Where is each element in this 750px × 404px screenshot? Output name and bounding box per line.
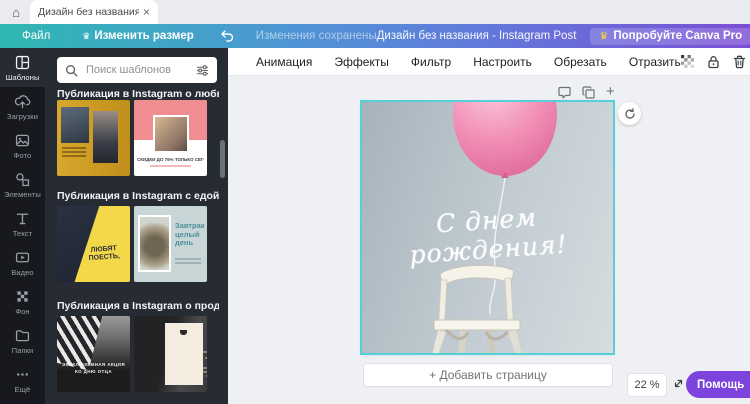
section-header-love: Публикация в Instagram о любви Показать …: [57, 88, 219, 100]
crop-button[interactable]: Обрезать: [554, 55, 607, 69]
resize-label: Изменить размер: [94, 30, 194, 42]
file-menu[interactable]: Файл: [22, 30, 50, 42]
browser-tab-title: Дизайн без названия — Ins: [38, 6, 139, 18]
page-actions: +: [558, 84, 616, 99]
section-title: Публикация в Instagram о любви: [57, 88, 219, 100]
more-icon: [17, 372, 28, 376]
sidebar-label: Загрузки: [7, 111, 38, 121]
template-thumb-food-breakfast[interactable]: Завтрак целый день: [134, 206, 207, 282]
sidebar-label: Фон: [15, 306, 30, 316]
canvas-toolbar: Анимация Эффекты Фильтр Настроить Обреза…: [228, 48, 750, 76]
folders-icon: [15, 329, 30, 341]
thumb-photo: [93, 111, 118, 163]
close-icon[interactable]: ×: [143, 6, 150, 18]
flip-button[interactable]: Отразить: [629, 55, 681, 69]
thumb-caption: СКИДКИ ДО 75% ТОЛЬКО СЕГОДНЯ: [137, 157, 204, 162]
home-icon[interactable]: ⌂: [6, 3, 26, 21]
thumb-caption: ЭКСКЛЮЗИВНАЯ АКЦИЯ КО ДНЮ ОТЦА: [62, 362, 125, 374]
filter-icon[interactable]: [196, 64, 209, 77]
sidebar-label: Фото: [13, 150, 32, 160]
canva-editor: ⌂ Дизайн без названия — Ins × Файл ♛ Изм…: [0, 0, 750, 404]
sidebar-item-video[interactable]: Видео: [0, 243, 45, 282]
thumb-caption: Завтрак целый день: [175, 221, 205, 248]
video-icon: [15, 252, 30, 262]
sidebar-label: Шаблоны: [5, 72, 40, 82]
zoom-level[interactable]: 22 %: [627, 373, 667, 397]
try-pro-button[interactable]: ♛ Попробуйте Canva Pro: [590, 27, 750, 45]
browser-tab[interactable]: Дизайн без названия — Ins ×: [30, 0, 158, 24]
crown-icon: ♛: [599, 30, 609, 42]
panel-scrollbar[interactable]: [220, 140, 225, 178]
thumb-text-lines: [62, 147, 86, 159]
section-header-sale: Публикация в Instagram о продаже Показат…: [57, 300, 219, 312]
thumb-photo: [61, 107, 89, 143]
resize-button[interactable]: ♛ Изменить размер: [82, 30, 194, 42]
sidebar-label: Элементы: [4, 189, 41, 199]
uploads-icon: [14, 94, 31, 108]
elements-icon: [16, 172, 30, 186]
templates-panel: Публикация в Instagram о любви Показать …: [45, 48, 228, 404]
transparency-icon[interactable]: [680, 55, 694, 68]
template-thumb-coffee-card[interactable]: [134, 316, 207, 392]
rotate-icon: [624, 107, 635, 119]
section-title: Публикация в Instagram о продаже: [57, 300, 219, 312]
duplicate-icon[interactable]: [582, 86, 595, 99]
sidebar-label: Текст: [12, 228, 33, 238]
help-button[interactable]: Помощь ?: [686, 371, 750, 398]
sidebar-item-folders[interactable]: Папки: [0, 321, 45, 360]
crown-icon: ♛: [82, 30, 91, 41]
workspace: + С днем рождения! + Добавить страницу 2…: [228, 76, 750, 404]
sidebar-item-uploads[interactable]: Загрузки: [0, 87, 45, 126]
search-box[interactable]: [57, 57, 217, 83]
thumb-photo: [153, 115, 189, 153]
search-input[interactable]: [84, 63, 190, 77]
app-toolbar: Файл ♛ Изменить размер Изменения сохране…: [0, 24, 750, 48]
background-icon: [17, 290, 28, 302]
thumb-text-line: [175, 258, 201, 260]
sidebar-item-text[interactable]: Текст: [0, 204, 45, 243]
template-thumb-fathers-day[interactable]: ЭКСКЛЮЗИВНАЯ АКЦИЯ КО ДНЮ ОТЦА: [57, 316, 130, 392]
sidebar: Шаблоны Загрузки Фото Элементы Текст Вид…: [0, 48, 45, 404]
try-pro-label: Попробуйте Canva Pro: [613, 30, 743, 42]
chair-graphic: [432, 264, 522, 353]
save-status: Изменения сохранены: [255, 30, 377, 42]
section-title: Публикация в Instagram с едой: [57, 190, 219, 202]
thumb-text-line: [150, 165, 191, 167]
sidebar-item-more[interactable]: Ещё: [0, 360, 45, 399]
add-icon[interactable]: +: [606, 84, 615, 99]
sidebar-item-elements[interactable]: Элементы: [0, 165, 45, 204]
adjust-button[interactable]: Настроить: [473, 55, 532, 69]
templates-icon: [15, 55, 30, 69]
thumb-text-lines: [165, 323, 207, 385]
sidebar-label: Ещё: [14, 384, 31, 394]
sidebar-item-photos[interactable]: Фото: [0, 126, 45, 165]
sidebar-label: Папки: [11, 345, 34, 355]
thumb-text-line: [175, 262, 201, 264]
fullscreen-icon[interactable]: [672, 377, 685, 390]
sidebar-label: Видео: [11, 267, 34, 277]
text-icon: [16, 213, 29, 224]
undo-icon[interactable]: [220, 30, 234, 42]
add-page-button[interactable]: + Добавить страницу: [363, 363, 613, 387]
photos-icon: [15, 134, 30, 146]
thumb-photo: [138, 215, 171, 272]
template-thumb-love-collage[interactable]: [57, 100, 130, 176]
trash-icon[interactable]: [733, 55, 746, 69]
canvas-page[interactable]: С днем рождения!: [360, 100, 615, 355]
rotate-button[interactable]: [618, 102, 641, 125]
animate-button[interactable]: Анимация: [256, 55, 312, 69]
help-label: Помощь: [697, 378, 745, 391]
filter-button[interactable]: Фильтр: [411, 55, 451, 69]
search-icon: [65, 64, 78, 76]
sidebar-item-background[interactable]: Фон: [0, 282, 45, 321]
effects-button[interactable]: Эффекты: [334, 55, 389, 69]
template-thumb-food-dark[interactable]: ЛЮБЯТ ПОЕСТЬ,: [57, 206, 130, 282]
document-title[interactable]: Дизайн без названия - Instagram Post: [377, 30, 577, 42]
template-thumb-wedding-sale[interactable]: СКИДКИ ДО 75% ТОЛЬКО СЕГОДНЯ: [134, 100, 207, 176]
section-header-food: Публикация в Instagram с едой Показать в…: [57, 190, 219, 202]
browser-tab-bar: ⌂ Дизайн без названия — Ins ×: [0, 0, 750, 24]
sidebar-item-templates[interactable]: Шаблоны: [0, 48, 45, 87]
lock-icon[interactable]: [707, 55, 720, 69]
notes-icon[interactable]: [558, 86, 571, 99]
